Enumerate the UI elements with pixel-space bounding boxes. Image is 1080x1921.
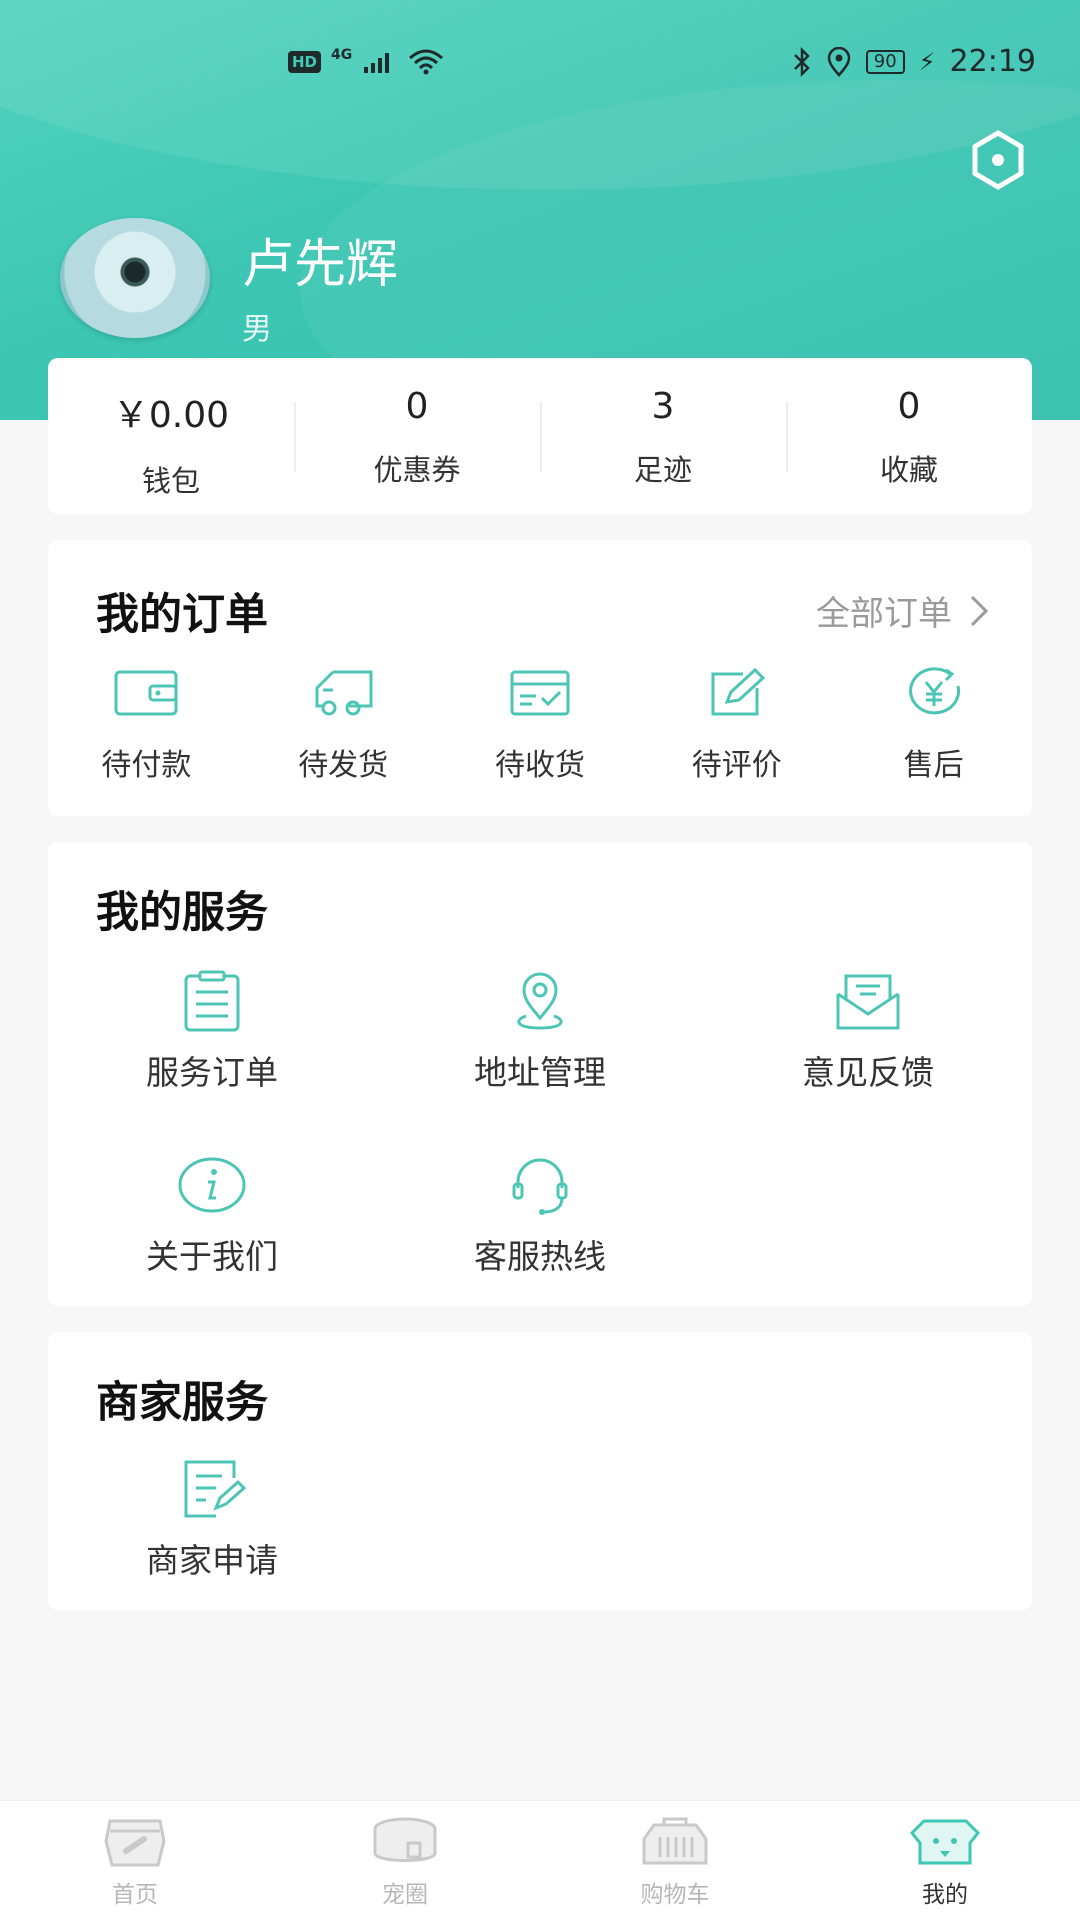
mail-open-icon xyxy=(836,974,900,1030)
stat-value: ￥0.00 xyxy=(112,395,230,436)
avatar[interactable] xyxy=(60,218,210,338)
order-after-sales[interactable]: 售后 xyxy=(854,666,1014,784)
bottom-tab-bar: 首页 宠圈 购物车 我的 xyxy=(0,1800,1080,1921)
service-label: 服务订单 xyxy=(146,1053,278,1092)
about-us[interactable]: 关于我们 xyxy=(48,1154,376,1278)
settings-icon[interactable] xyxy=(968,130,1028,190)
edit-icon xyxy=(711,667,765,716)
my-services-card: 我的服务 服务订单 地址管理 意见反馈 关于我们 客服热线 xyxy=(48,842,1032,1306)
feedback[interactable]: 意见反馈 xyxy=(704,970,1032,1094)
info-icon xyxy=(178,1157,246,1213)
stat-value: 0 xyxy=(405,386,429,427)
headset-icon xyxy=(512,1158,568,1215)
tab-label: 我的 xyxy=(922,1882,968,1908)
order-label: 待付款 xyxy=(101,748,192,783)
section-title: 商家服务 xyxy=(96,1378,268,1428)
bluetooth-icon xyxy=(793,46,810,77)
all-orders-label: 全部订单 xyxy=(816,594,952,634)
order-label: 待评价 xyxy=(691,748,782,783)
stat-label: 钱包 xyxy=(141,464,200,498)
order-pending-review[interactable]: 待评价 xyxy=(657,666,817,784)
clock: 22:19 xyxy=(949,44,1036,79)
address-management[interactable]: 地址管理 xyxy=(376,970,704,1094)
stat-wallet[interactable]: ￥0.00 钱包 xyxy=(48,358,294,514)
order-pending-payment[interactable]: 待付款 xyxy=(66,666,226,784)
charging-icon: ⚡ xyxy=(918,47,936,76)
service-label: 关于我们 xyxy=(146,1237,278,1276)
order-pending-shipment[interactable]: 待发货 xyxy=(263,666,423,784)
stat-favorites[interactable]: 0 收藏 xyxy=(786,358,1032,514)
signal-4g-label: 4G xyxy=(331,47,353,63)
tab-home[interactable]: 首页 xyxy=(0,1801,270,1921)
service-orders[interactable]: 服务订单 xyxy=(48,970,376,1094)
merchant-label: 商家申请 xyxy=(146,1541,278,1580)
section-title: 我的订单 xyxy=(96,590,268,640)
username: 卢先辉 xyxy=(242,235,399,295)
chevron-right-icon xyxy=(970,595,989,626)
tab-pet-circle[interactable]: 宠圈 xyxy=(270,1801,540,1921)
section-title: 我的服务 xyxy=(96,888,268,938)
tab-cart[interactable]: 购物车 xyxy=(540,1801,810,1921)
merchant-application[interactable]: 商家申请 xyxy=(48,1458,376,1582)
package-check-icon xyxy=(510,670,570,716)
pet-carrier-icon xyxy=(642,1817,708,1865)
stat-label: 收藏 xyxy=(879,453,938,487)
tab-label: 宠圈 xyxy=(382,1882,428,1908)
signal-icon xyxy=(364,53,390,73)
merchant-services-card: 商家服务 商家申请 xyxy=(48,1332,1032,1610)
order-label: 售后 xyxy=(903,748,964,783)
truck-icon xyxy=(315,670,373,716)
service-label: 意见反馈 xyxy=(802,1053,934,1092)
all-orders-link[interactable]: 全部订单 xyxy=(816,586,990,635)
service-label: 地址管理 xyxy=(474,1053,606,1092)
profile-header: HD 4G 90 ⚡ 22:19 卢先辉 男 xyxy=(0,0,1080,420)
clipboard-icon xyxy=(184,970,240,1032)
stats-card: ￥0.00 钱包 0 优惠券 3 足迹 0 收藏 xyxy=(48,358,1032,514)
stat-value: 3 xyxy=(651,386,675,427)
service-label: 客服热线 xyxy=(474,1237,606,1276)
document-edit-icon xyxy=(184,1460,247,1518)
tab-label: 购物车 xyxy=(640,1882,710,1908)
refund-yen-icon xyxy=(908,667,960,715)
stat-label: 足迹 xyxy=(633,453,692,487)
dog-face-icon xyxy=(910,1819,980,1865)
order-label: 待收货 xyxy=(494,748,585,783)
location-pin-icon xyxy=(517,972,563,1030)
stat-label: 优惠券 xyxy=(373,453,461,487)
home-bone-icon xyxy=(104,1819,166,1867)
my-orders-card: 我的订单 全部订单 待付款 待发货 待收货 待评价 售后 xyxy=(48,540,1032,816)
stat-coupons[interactable]: 0 优惠券 xyxy=(294,358,540,514)
hd-badge: HD xyxy=(288,51,322,73)
tab-label: 首页 xyxy=(112,1882,158,1908)
battery-indicator: 90 xyxy=(865,49,905,74)
wifi-icon xyxy=(409,49,444,75)
wallet-icon xyxy=(114,670,178,716)
tab-me[interactable]: 我的 xyxy=(810,1801,1080,1921)
pet-bed-icon xyxy=(373,1817,437,1862)
stat-footprints[interactable]: 3 足迹 xyxy=(540,358,786,514)
location-icon xyxy=(827,46,851,77)
status-bar: HD 4G 90 ⚡ 22:19 xyxy=(0,40,1080,90)
gender-label: 男 xyxy=(242,312,272,347)
order-label: 待发货 xyxy=(298,748,389,783)
stat-value: 0 xyxy=(897,386,921,427)
customer-hotline[interactable]: 客服热线 xyxy=(376,1154,704,1278)
order-pending-receipt[interactable]: 待收货 xyxy=(460,666,620,784)
